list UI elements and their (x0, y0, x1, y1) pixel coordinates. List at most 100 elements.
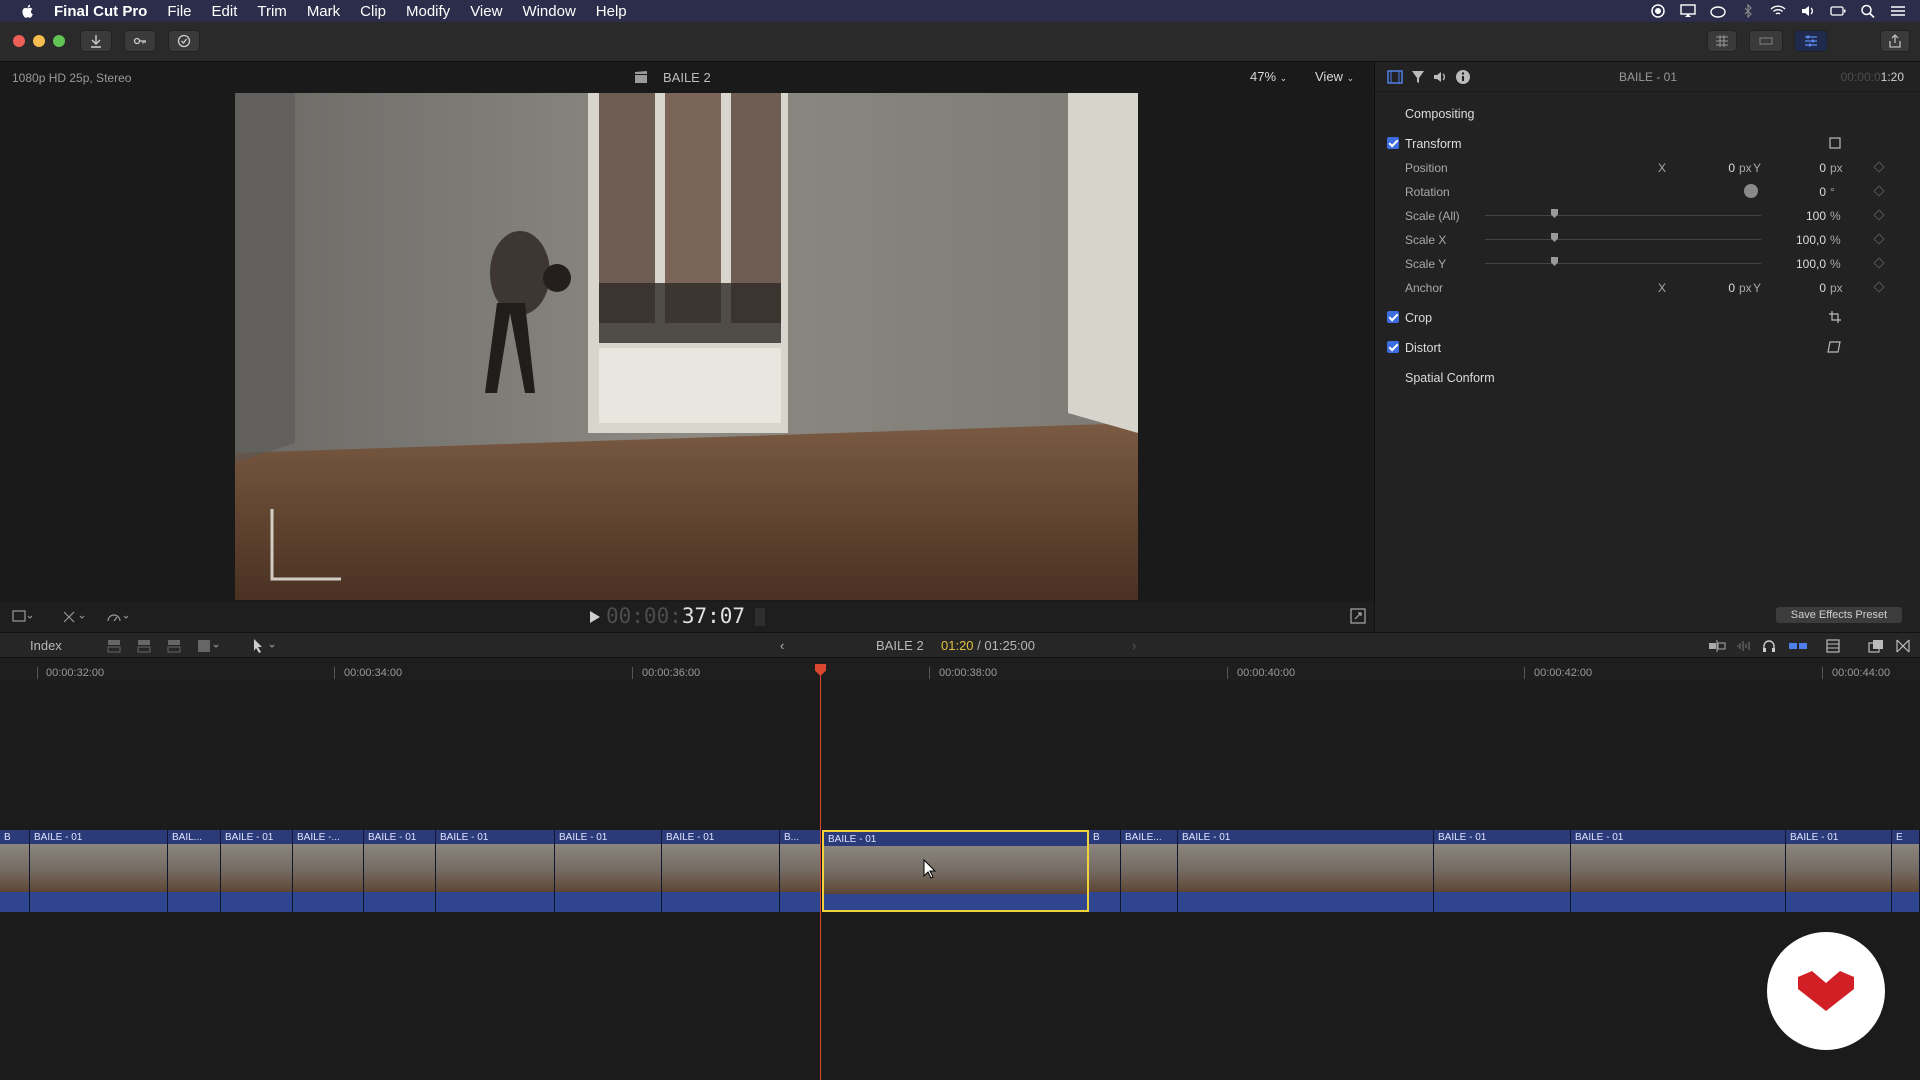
anchor-x-field[interactable]: 0 (1700, 281, 1735, 295)
spatial-conform-section[interactable]: Spatial Conform (1375, 366, 1920, 390)
select-tool-icon[interactable] (252, 638, 278, 657)
timeline-clip[interactable]: BAILE - 01 (1571, 830, 1786, 912)
connect-clip-icon[interactable] (106, 639, 122, 656)
show-timeline-button[interactable] (1749, 30, 1783, 52)
scale-y-field[interactable]: 100,0 (1781, 257, 1826, 271)
timeline-area[interactable]: B BAILE - 01 BAIL... BAILE - 01 BAILE -.… (0, 681, 1920, 1080)
distort-checkbox[interactable] (1387, 341, 1399, 353)
rotation-field[interactable]: 0 (1791, 185, 1826, 199)
zoom-level-dropdown[interactable]: 47% ⌄ (1250, 69, 1287, 84)
fullscreen-icon[interactable] (1350, 608, 1366, 629)
share-button[interactable] (1880, 30, 1910, 52)
position-x-field[interactable]: 0 (1700, 161, 1735, 175)
menu-window[interactable]: Window (522, 3, 575, 20)
compositing-section[interactable]: Compositing (1375, 102, 1920, 126)
creative-cloud-icon[interactable] (1710, 4, 1726, 18)
scale-all-field[interactable]: 100 (1791, 209, 1826, 223)
audio-inspector-icon[interactable] (1433, 70, 1449, 89)
menu-app-name[interactable]: Final Cut Pro (54, 3, 147, 20)
overwrite-clip-icon[interactable] (196, 639, 222, 656)
scale-x-slider[interactable] (1485, 239, 1761, 240)
timecode-display[interactable]: 00:00:37:07 (606, 604, 745, 628)
menu-mark[interactable]: Mark (307, 3, 340, 20)
video-inspector-icon[interactable] (1387, 70, 1403, 89)
timeline-clip[interactable]: B... (780, 830, 822, 912)
bluetooth-icon[interactable] (1740, 3, 1756, 19)
transitions-browser-icon[interactable] (1896, 639, 1910, 656)
play-button[interactable] (590, 610, 600, 628)
volume-icon[interactable] (1800, 4, 1816, 18)
menu-view[interactable]: View (470, 3, 502, 20)
timeline-clip[interactable]: BAIL... (168, 830, 221, 912)
crop-section-header[interactable]: Crop (1375, 306, 1920, 330)
scale-all-slider-knob[interactable] (1551, 209, 1558, 218)
scale-x-slider-knob[interactable] (1551, 233, 1558, 242)
timeline-clip[interactable]: BAILE - 01 (1434, 830, 1571, 912)
transform-section-header[interactable]: Transform (1375, 132, 1920, 156)
spotlight-search-icon[interactable] (1860, 4, 1876, 19)
show-inspector-button[interactable] (1794, 30, 1828, 52)
scale-x-field[interactable]: 100,0 (1781, 233, 1826, 247)
rotation-dial[interactable] (1744, 184, 1758, 198)
transform-tool-icon[interactable] (62, 610, 86, 629)
menu-trim[interactable]: Trim (257, 3, 286, 20)
keyframe-icon[interactable] (1873, 233, 1885, 245)
timeline-clip[interactable]: E (1892, 830, 1920, 912)
timeline-clip[interactable]: BAILE - 01 (221, 830, 293, 912)
save-effects-preset-button[interactable]: Save Effects Preset (1776, 607, 1902, 623)
timeline-clip[interactable]: BAILE - 01 (30, 830, 168, 912)
timeline-clip[interactable]: B (1089, 830, 1121, 912)
timeline-clip[interactable]: BAILE - 01 (364, 830, 436, 912)
speed-tool-icon[interactable] (106, 610, 130, 629)
timeline-clip[interactable]: B (0, 830, 30, 912)
transform-checkbox[interactable] (1387, 137, 1399, 149)
transform-onscreen-control-icon[interactable] (1829, 137, 1841, 152)
distort-section-header[interactable]: Distort (1375, 336, 1920, 360)
position-y-field[interactable]: 0 (1791, 161, 1826, 175)
timeline-clip[interactable]: BAILE - 01 (662, 830, 780, 912)
filter-inspector-icon[interactable] (1411, 70, 1425, 89)
distort-onscreen-control-icon[interactable] (1827, 341, 1841, 356)
clip-appearance-icon[interactable] (1826, 639, 1840, 656)
keyframe-icon[interactable] (1873, 185, 1885, 197)
video-frame[interactable] (235, 93, 1138, 600)
clip-skimming-icon[interactable] (1708, 639, 1726, 656)
timeline-index-button[interactable]: Index (30, 638, 62, 653)
keyframe-icon[interactable] (1873, 281, 1885, 293)
menu-clip[interactable]: Clip (360, 3, 386, 20)
crop-checkbox[interactable] (1387, 311, 1399, 323)
menu-file[interactable]: File (167, 3, 191, 20)
playhead[interactable] (820, 666, 821, 1080)
timeline-clip[interactable]: BAILE... (1121, 830, 1178, 912)
zoom-window-button[interactable] (53, 35, 65, 47)
timeline-clip[interactable]: BAILE -... (293, 830, 364, 912)
screen-record-icon[interactable] (1650, 4, 1666, 18)
timeline-clip[interactable]: BAILE - 01 (1178, 830, 1434, 912)
crop-onscreen-control-icon[interactable] (1829, 311, 1841, 326)
timeline-clip-selected[interactable]: BAILE - 01 (822, 830, 1089, 912)
viewer-layout-icon[interactable] (12, 610, 33, 629)
import-button[interactable] (80, 30, 112, 52)
history-back-icon[interactable]: ‹ (780, 638, 784, 653)
timeline-clip[interactable]: BAILE - 01 (436, 830, 555, 912)
keyframe-icon[interactable] (1873, 209, 1885, 221)
timeline-clip[interactable]: BAILE - 01 (555, 830, 662, 912)
background-tasks-button[interactable] (168, 30, 200, 52)
history-forward-icon[interactable]: › (1132, 638, 1136, 653)
minimize-window-button[interactable] (33, 35, 45, 47)
solo-headphones-icon[interactable] (1762, 639, 1776, 656)
view-options-dropdown[interactable]: View ⌄ (1315, 69, 1354, 84)
scale-y-slider-knob[interactable] (1551, 257, 1558, 266)
scale-all-slider[interactable] (1485, 215, 1761, 216)
airplay-display-icon[interactable] (1680, 4, 1696, 18)
timeline-ruler[interactable]: 00:00:32:00 00:00:34:00 00:00:36:00 00:0… (0, 659, 1920, 681)
close-window-button[interactable] (13, 35, 25, 47)
keyframe-icon[interactable] (1873, 257, 1885, 269)
insert-clip-icon[interactable] (136, 639, 152, 656)
show-browser-button[interactable] (1707, 30, 1737, 52)
append-clip-icon[interactable] (166, 639, 182, 656)
snapping-icon[interactable] (1788, 639, 1808, 656)
menu-modify[interactable]: Modify (406, 3, 450, 20)
apple-icon[interactable] (20, 3, 36, 19)
menu-help[interactable]: Help (596, 3, 627, 20)
